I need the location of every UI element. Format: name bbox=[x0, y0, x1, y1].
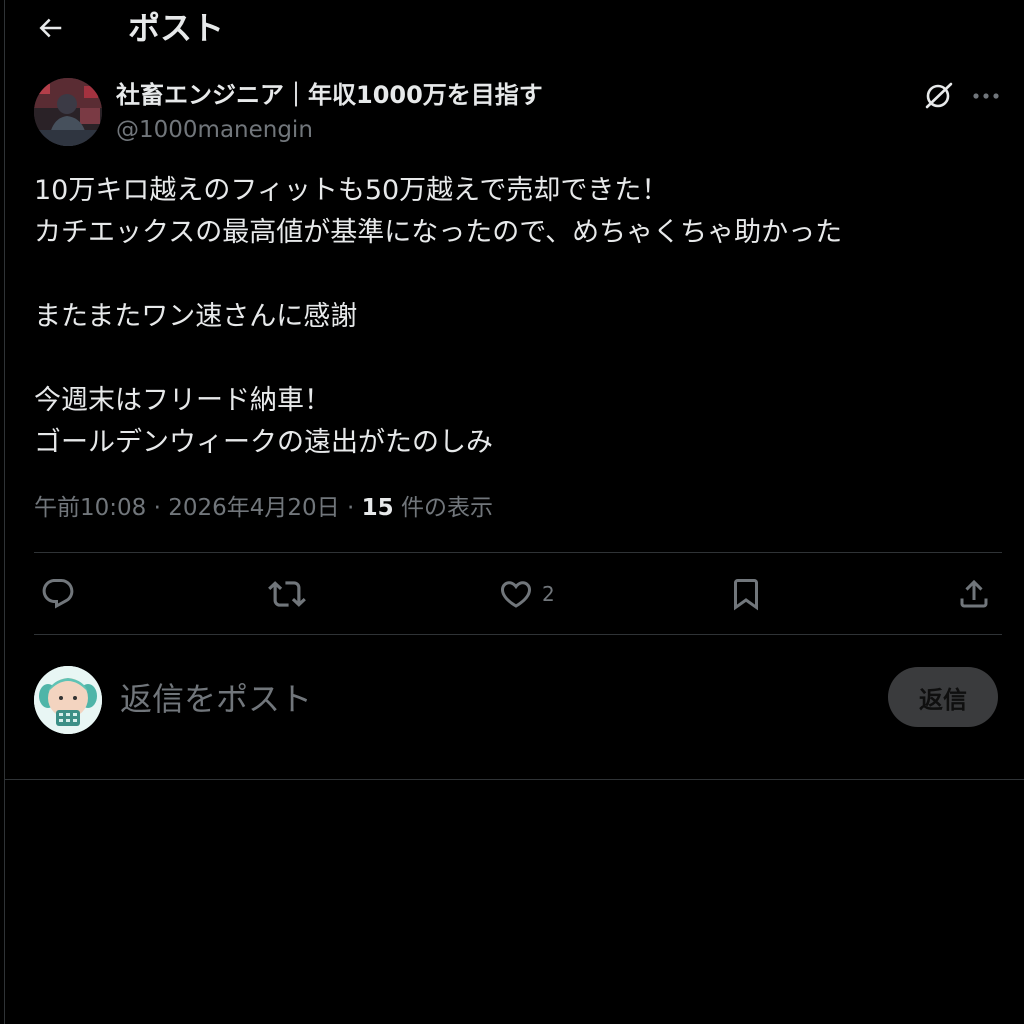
divider bbox=[34, 634, 1002, 635]
author-handle[interactable]: @1000manengin bbox=[116, 114, 313, 146]
views-label[interactable]: 件の表示 bbox=[401, 495, 493, 521]
bookmark-icon bbox=[734, 579, 758, 611]
author-name[interactable]: 社畜エンジニア｜年収1000万を目指す bbox=[116, 79, 543, 111]
post-line: 今週末はフリード納車！ bbox=[34, 385, 331, 416]
grok-icon bbox=[925, 82, 953, 109]
reply-submit-button[interactable]: 返信 bbox=[888, 667, 998, 727]
post-date[interactable]: 2026年4月20日 bbox=[168, 495, 339, 521]
comment-icon bbox=[42, 579, 74, 609]
heart-icon bbox=[500, 581, 532, 608]
views-count[interactable]: 15 bbox=[362, 495, 394, 521]
avatar-illustration bbox=[34, 666, 102, 734]
share-icon bbox=[960, 579, 988, 608]
like-button[interactable]: 2 bbox=[498, 572, 555, 616]
top-bar: ポスト bbox=[0, 0, 1024, 58]
post-line bbox=[34, 254, 994, 296]
grok-button[interactable] bbox=[918, 76, 958, 116]
bookmark-button[interactable] bbox=[728, 572, 764, 616]
more-horizontal-icon bbox=[973, 93, 999, 99]
page-title: ポスト bbox=[128, 9, 225, 47]
divider bbox=[4, 779, 1024, 780]
post-line: ゴールデンウィークの遠出がたのしみ bbox=[34, 427, 493, 458]
arrow-left-icon bbox=[39, 18, 62, 38]
column-border bbox=[4, 0, 5, 1024]
avatar-illustration bbox=[34, 78, 102, 146]
post-time[interactable]: 午前10:08 bbox=[34, 495, 146, 521]
post-line: 10万キロ越えのフィットも50万越えで売却できた！ bbox=[34, 175, 669, 206]
post-detail-page: ポスト 社畜エンジニア｜年収1000万を目指す @1000manengin 10… bbox=[0, 0, 1024, 1024]
author-avatar[interactable] bbox=[34, 78, 102, 146]
reply-button[interactable] bbox=[40, 572, 76, 616]
share-button[interactable] bbox=[956, 572, 992, 616]
back-button[interactable] bbox=[26, 8, 74, 48]
divider bbox=[34, 552, 1002, 553]
reply-input[interactable] bbox=[118, 672, 862, 726]
post-text: 10万キロ越えのフィットも50万越えで売却できた！ カチエックスの最高値が基準に… bbox=[34, 170, 994, 464]
repost-button[interactable] bbox=[268, 572, 306, 616]
more-options-button[interactable] bbox=[964, 76, 1008, 116]
post-line: カチエックスの最高値が基準になったので、めちゃくちゃ助かった bbox=[34, 217, 843, 248]
action-bar: 2 bbox=[34, 556, 1002, 634]
post-line bbox=[34, 338, 994, 380]
reply-submit-label: 返信 bbox=[919, 685, 967, 714]
meta-separator: · bbox=[153, 495, 161, 521]
post-meta: 午前10:08 · 2026年4月20日 · 15 件の表示 bbox=[34, 490, 493, 526]
post-line: またまたワン速さんに感謝 bbox=[34, 301, 358, 332]
repost-icon bbox=[268, 581, 306, 607]
like-count: 2 bbox=[542, 582, 555, 606]
user-avatar[interactable] bbox=[34, 666, 102, 734]
